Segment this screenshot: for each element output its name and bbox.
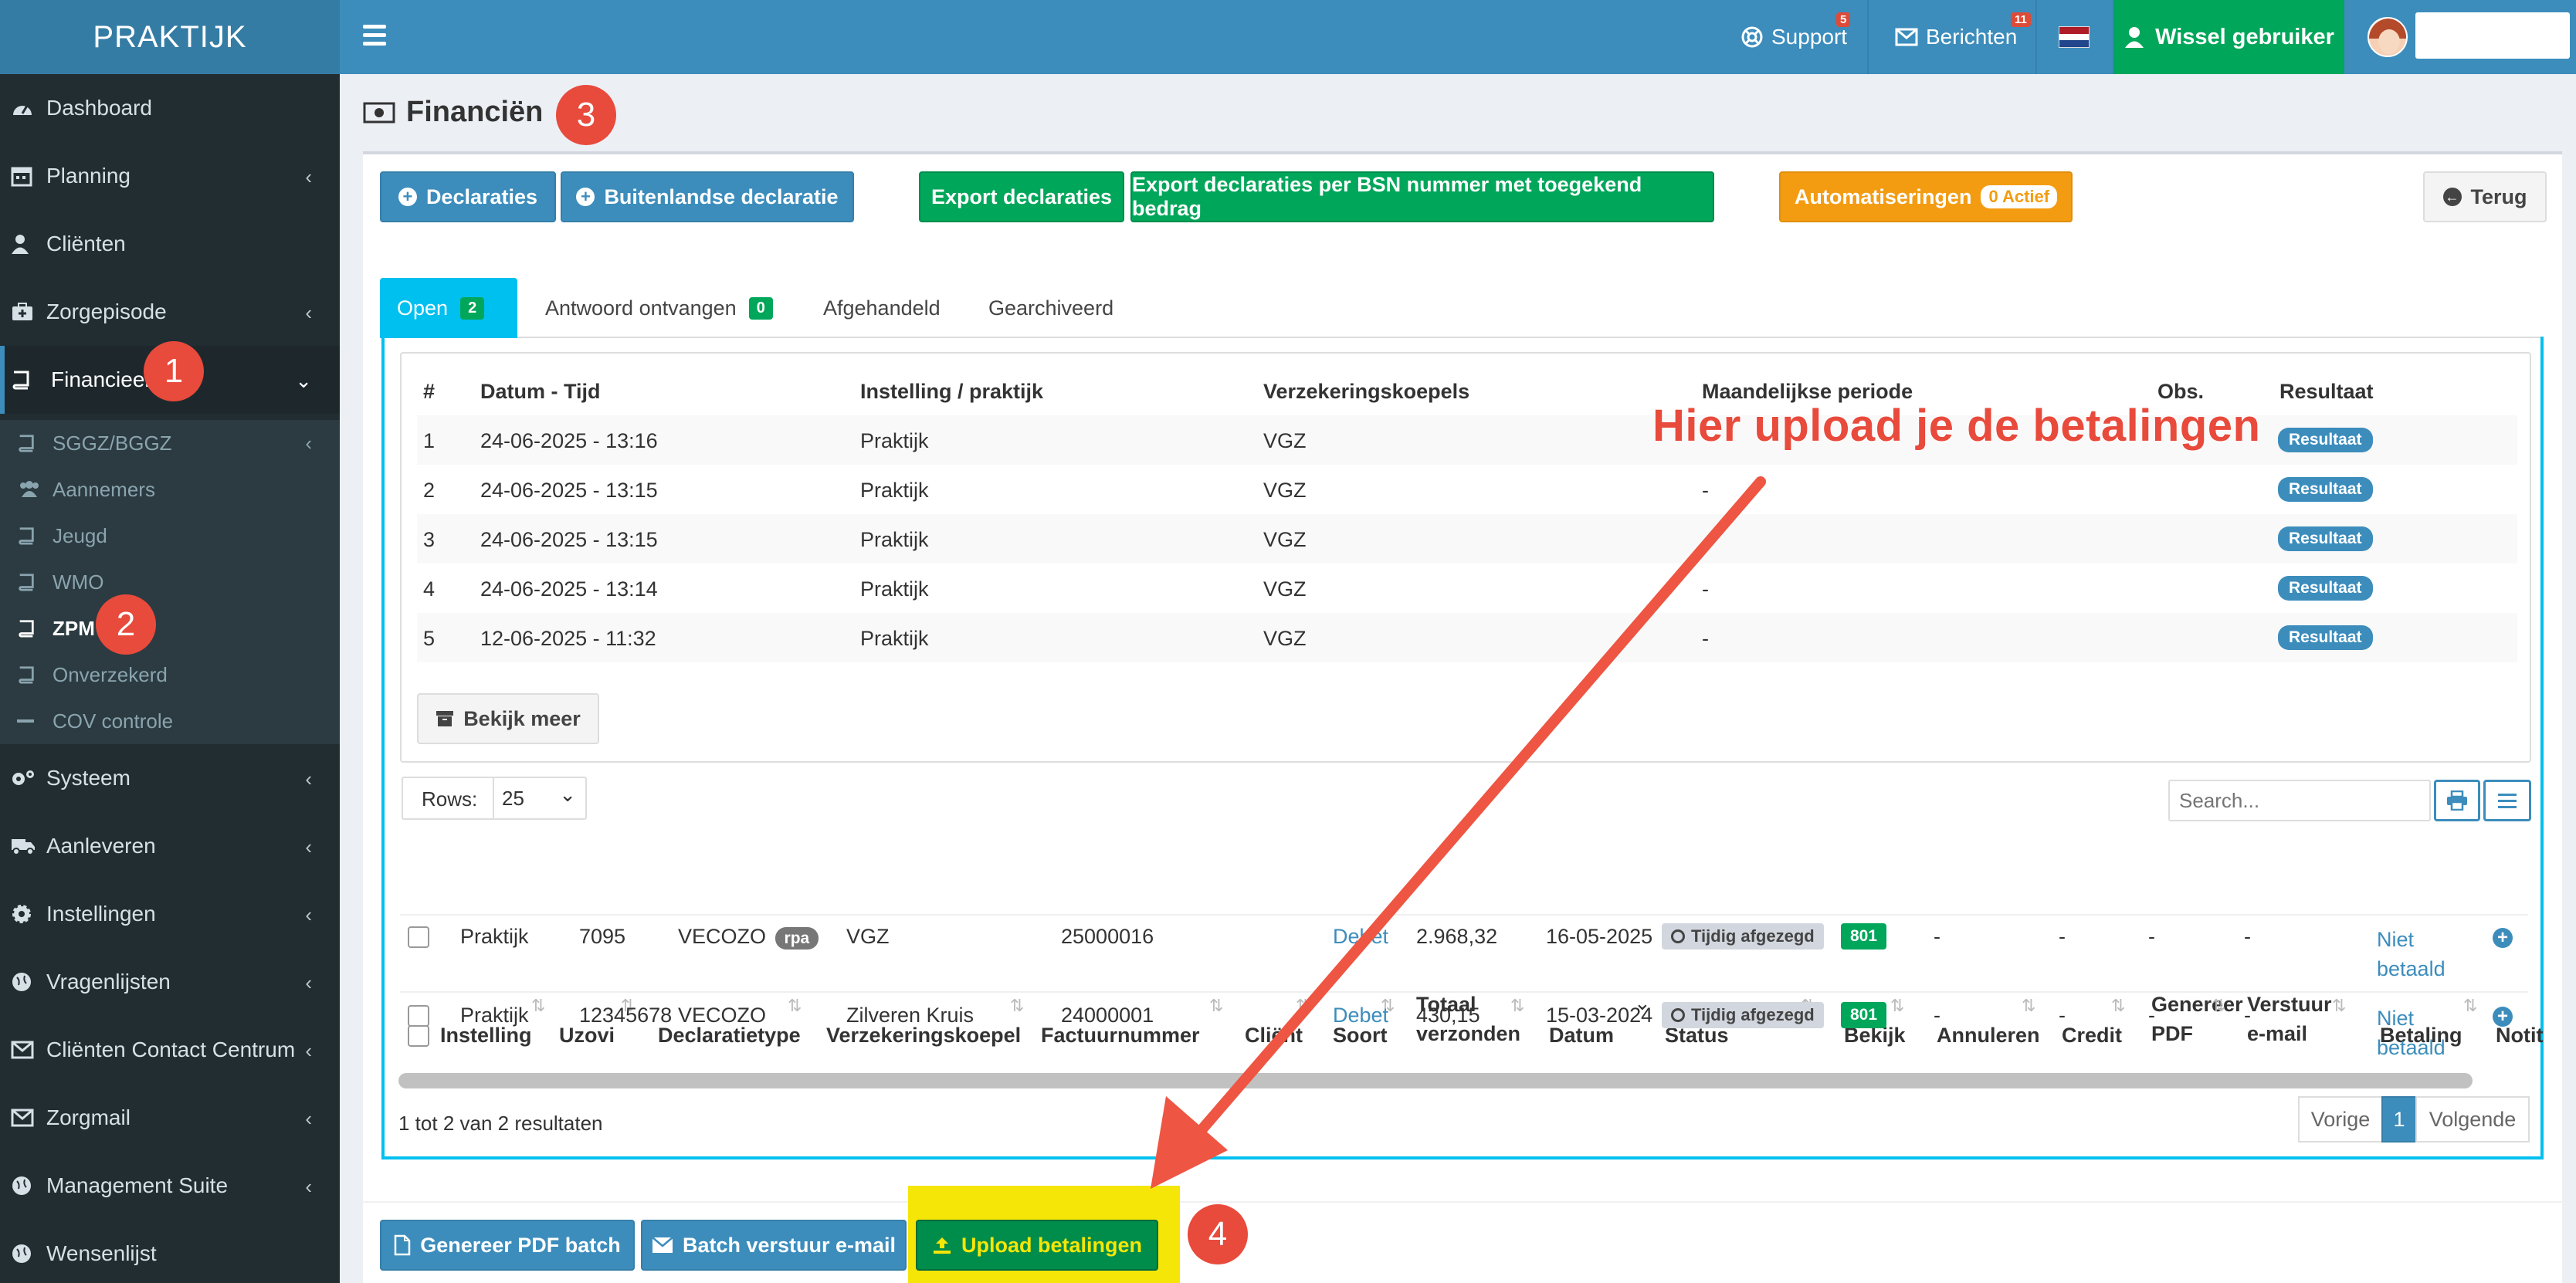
annotation-hint: Hier upload je de betalingen <box>1652 400 2261 452</box>
annotation-arrow <box>1151 476 1766 1189</box>
